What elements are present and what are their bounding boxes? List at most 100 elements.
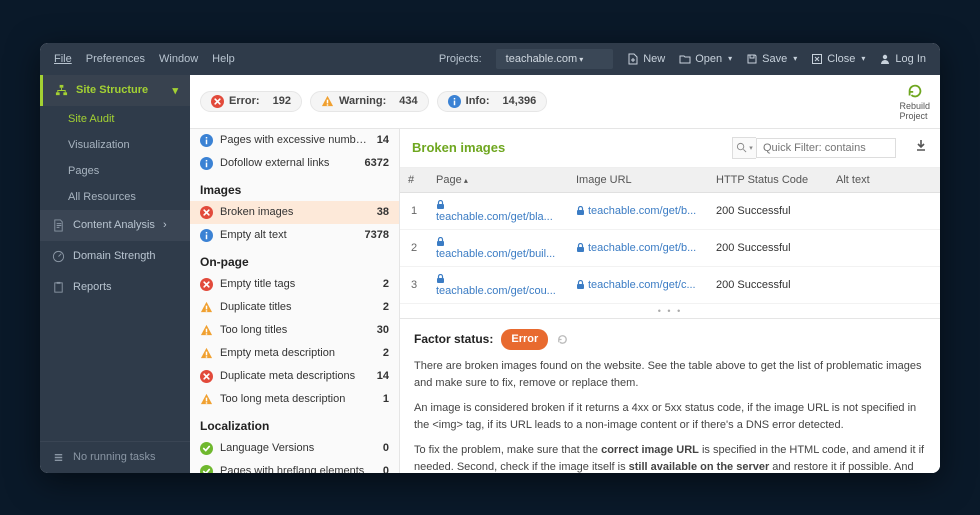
sitemap-icon [55,84,68,97]
factor-row[interactable]: Pages with excessive number of links14 [190,129,399,152]
sidebar-visualization[interactable]: Visualization [40,132,190,158]
factor-value: 2 [383,301,389,313]
search-mode-dropdown[interactable] [732,137,756,159]
cell-status: 200 Successful [708,229,828,266]
factor-row[interactable]: Too long meta description1 [190,388,399,411]
col-alt[interactable]: Alt text [828,168,940,193]
table-row[interactable]: 1teachable.com/get/bla...teachable.com/g… [400,192,940,229]
list-icon [52,451,65,464]
refresh-icon [906,82,924,100]
factor-row[interactable]: Empty meta description2 [190,342,399,365]
download-icon [914,138,928,152]
ok-icon [200,442,213,455]
factor-name: Pages with excessive number of links [220,134,370,146]
table-row[interactable]: 3teachable.com/get/cou...teachable.com/g… [400,266,940,303]
rebuild-project-button[interactable]: RebuildProject [899,82,930,121]
err-icon [200,370,213,383]
cell-page[interactable]: teachable.com/get/bla... [428,192,568,229]
factor-value: 2 [383,347,389,359]
factor-name: Empty title tags [220,278,376,290]
col-image-url[interactable]: Image URL [568,168,708,193]
col-num[interactable]: # [400,168,428,193]
menu-help[interactable]: Help [212,53,235,65]
factor-name: Broken images [220,206,370,218]
pill-error[interactable]: Error: 192 [200,91,302,112]
row-separator[interactable]: • • • [400,304,940,318]
sidebar-site-structure[interactable]: Site Structure ▾ [40,75,190,106]
info-icon [200,229,213,242]
factor-name: Pages with hreflang elements [220,465,376,473]
login-button[interactable]: Log In [879,53,926,65]
cell-alt [828,192,940,229]
col-page[interactable]: Page [428,168,568,193]
factor-value: 0 [383,465,389,473]
factor-row[interactable]: Duplicate titles 2 [190,296,399,319]
sidebar-pages[interactable]: Pages [40,158,190,184]
sidebar-all-resources[interactable]: All Resources [40,184,190,210]
cell-image-url[interactable]: teachable.com/get/c... [568,266,708,303]
lock-icon [576,280,585,289]
err-icon [200,278,213,291]
factor-row[interactable]: Empty title tags2 [190,273,399,296]
factor-row[interactable]: Dofollow external links6372 [190,152,399,175]
sidebar-domain-strength[interactable]: Domain Strength [40,241,190,272]
menu-preferences[interactable]: Preferences [86,53,145,65]
factor-row[interactable]: Language Versions0 [190,437,399,460]
detail-p2: An image is considered broken if it retu… [414,400,926,434]
menu-window[interactable]: Window [159,53,198,65]
sidebar-reports[interactable]: Reports [40,272,190,303]
factor-name: Dofollow external links [220,157,358,169]
factor-name: Duplicate titles [220,301,376,313]
user-icon [879,53,891,65]
factor-value: 30 [377,324,389,336]
cell-page[interactable]: teachable.com/get/cou... [428,266,568,303]
detail-p1: There are broken images found on the web… [414,358,926,392]
lock-icon [436,200,445,209]
quick-filter-input[interactable] [756,138,896,158]
sidebar-site-audit[interactable]: Site Audit [40,106,190,132]
factor-row[interactable]: Broken images 38 [190,201,399,224]
cell-image-url[interactable]: teachable.com/get/b... [568,192,708,229]
cell-alt [828,229,940,266]
lock-icon [436,274,445,283]
factor-value: 7378 [365,229,389,241]
factor-group-head: Localization [190,411,399,437]
table-row[interactable]: 2teachable.com/get/buil...teachable.com/… [400,229,940,266]
sidebar-content-analysis[interactable]: Content Analysis › [40,210,190,241]
lock-icon [576,206,585,215]
menu-file[interactable]: File [54,53,72,65]
folder-open-icon [679,53,691,65]
pill-warning[interactable]: Warning: 434 [310,91,429,112]
pill-info[interactable]: Info: 14,396 [437,91,548,112]
err-icon [200,206,213,219]
refresh-small-icon[interactable] [556,333,569,346]
sidebar: Site Structure ▾ Site Audit Visualizatio… [40,75,190,473]
project-dropdown[interactable]: teachable.com [496,49,614,69]
download-button[interactable] [914,138,928,157]
new-button[interactable]: New [627,53,665,65]
cell-page[interactable]: teachable.com/get/buil... [428,229,568,266]
close-button[interactable]: Close [811,53,865,65]
save-button[interactable]: Save [746,53,797,65]
open-button[interactable]: Open [679,53,732,65]
panel-title: Broken images [412,140,722,155]
factor-name: Too long titles [220,324,370,336]
search-icon [736,142,747,153]
factor-value: 38 [377,206,389,218]
warn-icon [200,347,213,360]
factor-row[interactable]: Empty alt text7378 [190,224,399,247]
factors-list[interactable]: Pages with excessive number of links14Do… [190,129,400,473]
gauge-icon [52,250,65,263]
factor-row[interactable]: Duplicate meta descriptions14 [190,365,399,388]
factor-status-label: Factor status: [414,330,493,349]
factor-details: Factor status: Error There are broken im… [400,319,940,473]
status-badge: Error [501,329,548,350]
factor-row[interactable]: Too long titles 30 [190,319,399,342]
factor-row[interactable]: Pages with hreflang elements 0 [190,460,399,473]
document-icon [52,219,65,232]
sidebar-tasks-footer[interactable]: No running tasks [40,441,190,473]
col-status[interactable]: HTTP Status Code [708,168,828,193]
factor-group-head: On-page [190,247,399,273]
cell-image-url[interactable]: teachable.com/get/b... [568,229,708,266]
cell-status: 200 Successful [708,192,828,229]
